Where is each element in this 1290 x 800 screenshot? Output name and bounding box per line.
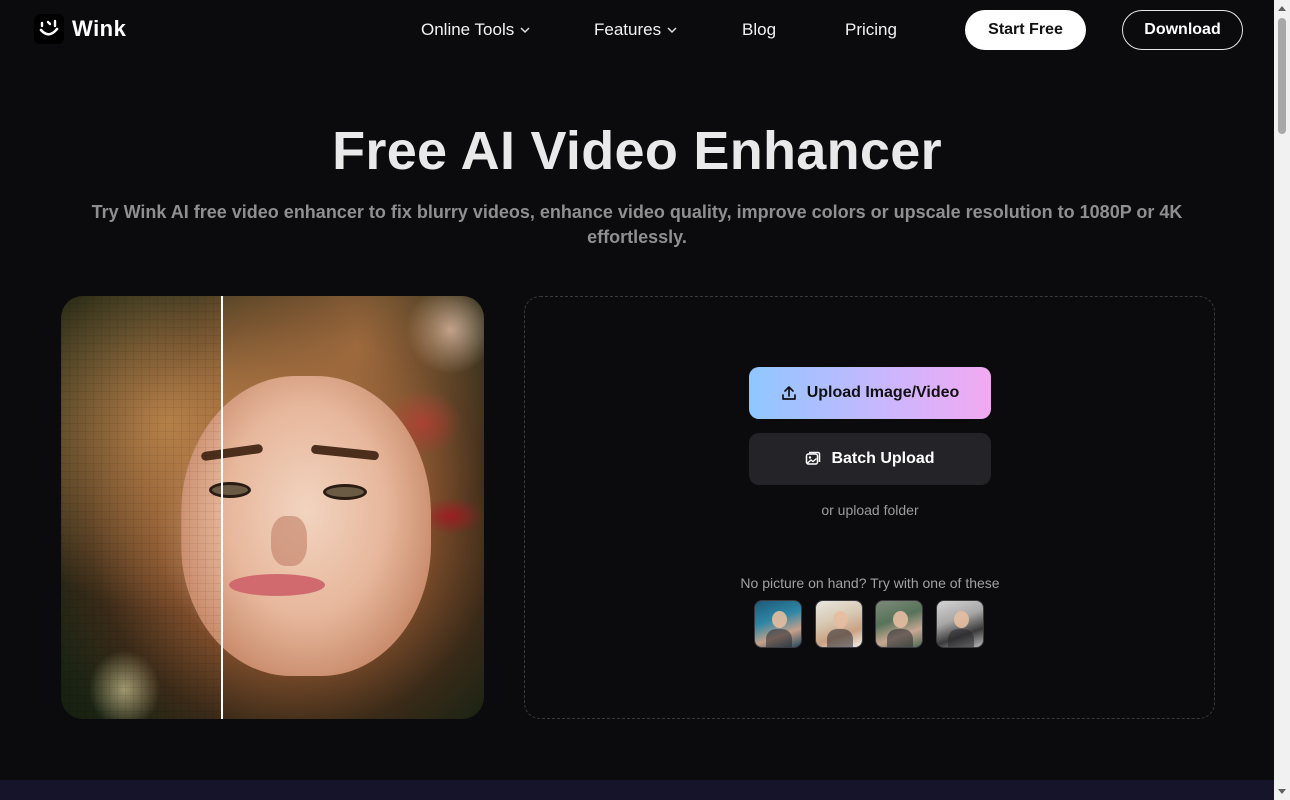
images-icon [806, 451, 821, 465]
upload-folder-link[interactable]: or upload folder [749, 502, 991, 518]
sample-thumbnail-3[interactable] [875, 600, 923, 648]
thumb-figure [827, 629, 853, 647]
portrait-detail [229, 574, 325, 596]
nav-item-blog[interactable]: Blog [742, 20, 776, 40]
batch-upload-button[interactable]: Batch Upload [749, 433, 991, 485]
scroll-up-arrow-icon[interactable] [1274, 0, 1290, 16]
start-free-button[interactable]: Start Free [965, 10, 1086, 50]
page-scrollbar[interactable] [1274, 0, 1290, 800]
chevron-down-icon [667, 27, 677, 34]
portrait-detail [271, 516, 307, 566]
batch-button-label: Batch Upload [831, 450, 935, 467]
nav-item-label: Pricing [845, 20, 897, 39]
download-button[interactable]: Download [1122, 10, 1243, 50]
before-after-comparison[interactable] [61, 296, 484, 719]
sample-images-hint: No picture on hand? Try with one of thes… [740, 575, 1000, 591]
before-pixelated-area [61, 296, 221, 719]
nav-item-features[interactable]: Features [594, 20, 677, 40]
thumb-figure [948, 629, 974, 647]
wink-logo-icon [34, 14, 64, 44]
next-section-band [0, 780, 1274, 800]
nav-item-pricing[interactable]: Pricing [845, 20, 897, 40]
page-title: Free AI Video Enhancer [332, 121, 942, 181]
nav-item-label: Blog [742, 20, 777, 39]
scrollbar-thumb[interactable] [1278, 18, 1286, 134]
upload-icon [781, 386, 796, 400]
thumb-figure [954, 611, 969, 628]
sample-thumbnail-1[interactable] [754, 600, 802, 648]
nav-item-label: Features [594, 20, 662, 39]
chevron-down-icon [520, 27, 530, 34]
brand-logo[interactable]: Wink [34, 14, 126, 44]
portrait-detail [323, 484, 367, 500]
scroll-down-arrow-icon[interactable] [1274, 784, 1290, 800]
page-subtitle: Try Wink AI free video enhancer to fix b… [91, 202, 1183, 247]
thumb-figure [766, 629, 792, 647]
sample-thumbnail-4[interactable] [936, 600, 984, 648]
thumb-figure [887, 629, 913, 647]
thumb-figure [772, 611, 787, 628]
upload-image-video-button[interactable]: Upload Image/Video [749, 367, 991, 419]
sample-thumbnail-2[interactable] [815, 600, 863, 648]
top-navbar: Wink Online Tools Features Blog Pricing … [0, 0, 1274, 60]
upload-button-label: Upload Image/Video [806, 384, 960, 401]
nav-item-label: Online Tools [421, 20, 515, 39]
thumb-figure [833, 611, 848, 628]
comparison-slider-handle[interactable] [221, 296, 223, 719]
brand-name: Wink [72, 16, 127, 41]
nav-item-online-tools[interactable]: Online Tools [421, 20, 530, 40]
thumb-figure [893, 611, 908, 628]
